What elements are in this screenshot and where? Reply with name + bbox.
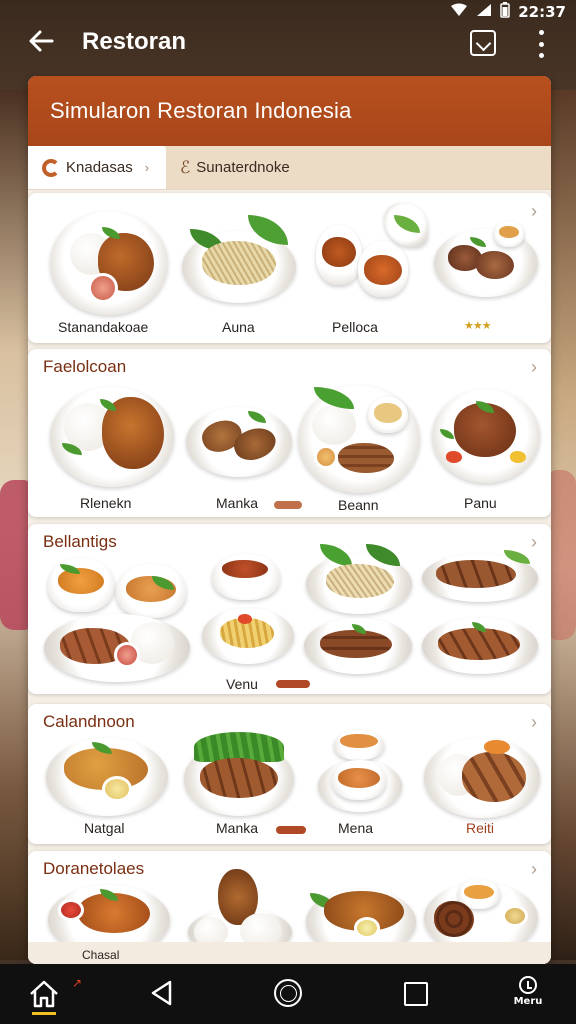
back-arrow-icon[interactable] bbox=[24, 26, 58, 60]
dish-label: Panu bbox=[464, 495, 497, 511]
tab-knadasas[interactable]: Knadasas › bbox=[28, 146, 166, 189]
chevron-right-icon[interactable]: › bbox=[531, 201, 537, 222]
tab-bar: Knadasas › ℰ Sunaterdnoke bbox=[28, 146, 551, 190]
active-indicator bbox=[32, 1012, 56, 1015]
dish-label: Chasal bbox=[82, 948, 120, 962]
recent-apps-icon[interactable] bbox=[404, 982, 428, 1006]
dish-image[interactable] bbox=[306, 544, 412, 614]
nav-back-button[interactable] bbox=[150, 980, 174, 1011]
dish-label: Reiti bbox=[466, 820, 495, 836]
tab-label: Sunaterdnoke bbox=[196, 159, 290, 176]
dish-label: Venu bbox=[226, 676, 258, 692]
section-title: Doranetolaes bbox=[43, 859, 145, 878]
dish-image[interactable] bbox=[182, 211, 296, 303]
home-icon bbox=[30, 980, 58, 1008]
menu-search-icon bbox=[519, 976, 537, 994]
dish-label: Stanandakoae bbox=[58, 319, 149, 335]
dish-label: Natgal bbox=[84, 820, 125, 836]
g-logo-icon bbox=[42, 158, 60, 177]
dish-image[interactable] bbox=[48, 558, 116, 614]
scroll-indicator bbox=[276, 680, 310, 688]
dish-image[interactable] bbox=[318, 730, 404, 816]
scroll-indicator bbox=[274, 501, 302, 509]
section-title: Calandnoon bbox=[43, 712, 135, 731]
menu-section-2[interactable]: Faelolcoan › Rlenekn Manka Beann Panu bbox=[28, 349, 551, 517]
background-diner-right bbox=[550, 470, 576, 640]
card-header: Simularon Restoran Indonesia bbox=[28, 76, 551, 146]
dish-label: Rlenekn bbox=[80, 495, 132, 511]
dish-image[interactable] bbox=[202, 608, 294, 664]
dish-label: Mena bbox=[338, 820, 374, 836]
section-title: Bellantigs bbox=[43, 532, 117, 551]
dish-image[interactable] bbox=[186, 407, 292, 481]
dish-image[interactable] bbox=[422, 550, 540, 602]
triangle-back-icon bbox=[151, 980, 172, 1006]
home-button[interactable]: ↗ bbox=[26, 974, 82, 1016]
dish-image[interactable] bbox=[434, 221, 538, 299]
menu-section-4[interactable]: Calandnoon › Natgal Manka Mena Reiti bbox=[28, 704, 551, 844]
section-title: Faelolcoan bbox=[43, 357, 127, 376]
tab-sunaterdnoke[interactable]: ℰ Sunaterdnoke bbox=[166, 146, 551, 189]
dish-label: Manka bbox=[216, 820, 259, 836]
dish-image[interactable] bbox=[422, 618, 540, 674]
chevron-right-icon: › bbox=[144, 160, 150, 175]
dish-label: Manka bbox=[216, 495, 259, 511]
restaurant-card: Simularon Restoran Indonesia Knadasas › … bbox=[28, 76, 551, 964]
notification-dot-icon: ↗ bbox=[72, 976, 83, 990]
dish-image[interactable] bbox=[46, 738, 168, 816]
dish-image[interactable] bbox=[304, 618, 412, 674]
background-diner-left bbox=[0, 480, 30, 630]
dish-image[interactable] bbox=[314, 203, 430, 301]
scroll-indicator bbox=[276, 826, 306, 834]
navigation-bar: ↗ Meru bbox=[0, 964, 576, 1024]
dish-image[interactable] bbox=[116, 564, 188, 620]
cast-icon[interactable] bbox=[470, 30, 496, 56]
menu-button[interactable]: Meru bbox=[510, 976, 546, 1016]
chevron-right-icon[interactable]: › bbox=[531, 357, 537, 378]
dish-label: Beann bbox=[338, 497, 379, 513]
dish-image[interactable] bbox=[212, 554, 282, 600]
card-title: Simularon Restoran Indonesia bbox=[50, 98, 352, 123]
rating-stars: ★★★ bbox=[464, 320, 492, 332]
nav-home-circle-icon[interactable] bbox=[274, 979, 302, 1007]
dish-image[interactable] bbox=[50, 379, 174, 487]
menu-section-3[interactable]: Bellantigs › Venu bbox=[28, 524, 551, 694]
dish-image[interactable] bbox=[298, 381, 420, 495]
chevron-right-icon[interactable]: › bbox=[531, 859, 537, 880]
dish-image[interactable] bbox=[44, 614, 190, 684]
dish-image[interactable] bbox=[432, 389, 540, 485]
dish-image[interactable] bbox=[50, 211, 168, 315]
app-bar: Restoran bbox=[0, 18, 576, 68]
dish-image[interactable] bbox=[184, 732, 294, 816]
chevron-right-icon[interactable]: › bbox=[531, 712, 537, 733]
menu-section-1[interactable]: › Stanandakoae Auna Pelloca ★★★ bbox=[28, 193, 551, 343]
bottom-fade: Chasal bbox=[28, 942, 551, 964]
more-options-icon[interactable] bbox=[534, 30, 548, 58]
dish-label: Pelloca bbox=[332, 319, 378, 335]
s-logo-icon: ℰ bbox=[180, 157, 191, 177]
app-title: Restoran bbox=[82, 28, 187, 55]
dish-label: Auna bbox=[222, 319, 255, 335]
dish-image[interactable] bbox=[424, 734, 542, 818]
menu-label: Meru bbox=[513, 996, 543, 1007]
tab-label: Knadasas bbox=[66, 159, 133, 176]
